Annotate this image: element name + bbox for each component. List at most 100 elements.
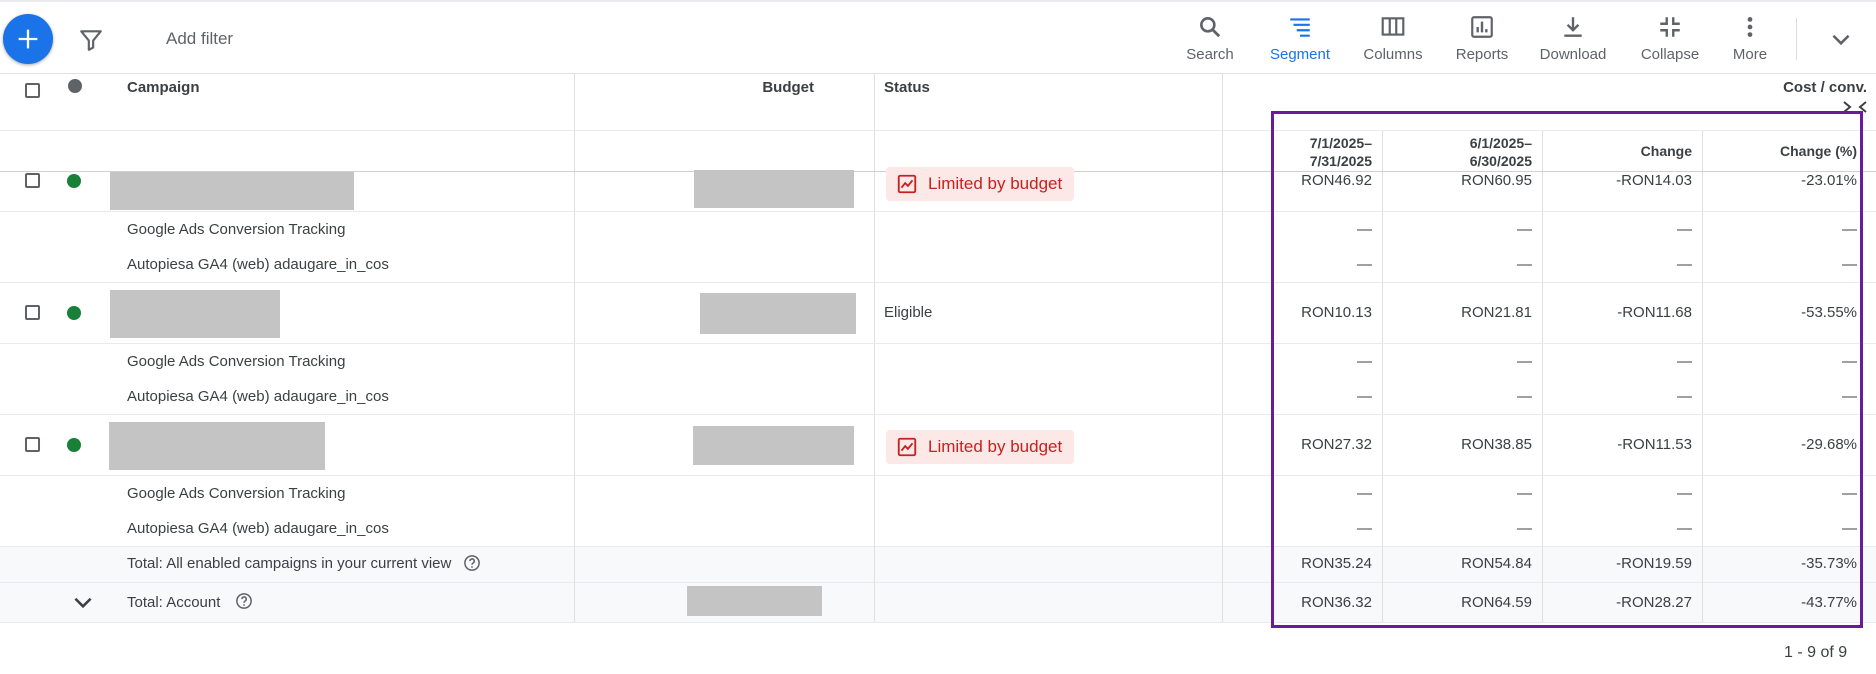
redacted-campaign-name[interactable] — [110, 172, 354, 210]
download-tool-label: Download — [1539, 46, 1607, 63]
row-divider — [0, 475, 1876, 476]
search-tool-button[interactable]: Search — [1170, 14, 1250, 63]
cost-per-conv-header[interactable]: Cost / conv. — [1700, 79, 1867, 96]
trend-chart-icon — [897, 437, 917, 457]
toolbar-divider — [1796, 18, 1797, 60]
total-account-label: Total: Account — [127, 594, 221, 611]
column-collapse-icon[interactable] — [1842, 100, 1868, 114]
reports-tool-button[interactable]: Reports — [1442, 14, 1522, 63]
status-label: Eligible — [884, 304, 933, 321]
conversion-action-label: Autopiesa GA4 (web) adaugare_in_cos — [127, 388, 389, 405]
period2-value: RON60.95 — [1461, 172, 1532, 189]
empty-value: — — [1677, 256, 1692, 273]
empty-value: — — [1842, 388, 1857, 405]
metric-column-divider — [1222, 74, 1223, 622]
toolbar: Add filter Search Segment Columns Report… — [0, 0, 1876, 74]
change-pct-column-divider — [1702, 546, 1703, 622]
conversion-action-label: Google Ads Conversion Tracking — [127, 485, 346, 502]
status-header[interactable]: Status — [884, 79, 930, 96]
period2-value: RON21.81 — [1461, 304, 1532, 321]
enabled-status-dot[interactable] — [67, 438, 81, 452]
conversion-action-label: Google Ads Conversion Tracking — [127, 221, 346, 238]
status-label: Limited by budget — [928, 437, 1063, 456]
row-divider — [0, 622, 1876, 623]
campaign-row-checkbox[interactable] — [25, 173, 40, 188]
row-divider — [0, 282, 1876, 283]
empty-value: — — [1517, 485, 1532, 502]
more-vert-icon — [1747, 17, 1753, 37]
create-button[interactable] — [3, 14, 53, 64]
empty-value: — — [1357, 485, 1372, 502]
segment-icon — [1290, 18, 1310, 37]
budget-column-divider — [574, 74, 575, 622]
metric-column-divider — [1222, 546, 1223, 622]
columns-icon — [1381, 17, 1405, 36]
segment-tool-button[interactable]: Segment — [1260, 14, 1340, 63]
columns-tool-label: Columns — [1363, 46, 1423, 63]
change-value: -RON19.59 — [1616, 555, 1692, 572]
help-icon[interactable] — [463, 554, 481, 572]
change-value: -RON28.27 — [1616, 594, 1692, 611]
empty-value: — — [1842, 256, 1857, 273]
select-all-checkbox[interactable] — [25, 83, 40, 98]
status-column-dot — [68, 79, 82, 93]
search-tool-label: Search — [1186, 46, 1234, 63]
change-pct-value: -35.73% — [1801, 555, 1857, 572]
empty-value: — — [1517, 388, 1532, 405]
expand-chevron-icon[interactable] — [70, 589, 96, 615]
redacted-campaign-name[interactable] — [110, 290, 280, 338]
download-icon — [1564, 17, 1582, 37]
collapse-tool-button[interactable]: Collapse — [1630, 14, 1710, 63]
empty-value: — — [1517, 520, 1532, 537]
change-value: -RON11.68 — [1617, 304, 1692, 321]
period2-value: RON54.84 — [1461, 555, 1532, 572]
reports-icon — [1471, 16, 1493, 38]
limited-by-budget-badge[interactable]: Limited by budget — [886, 167, 1075, 201]
period2-subheader[interactable]: 6/1/2025– 6/30/2025 — [1422, 134, 1532, 170]
period2-value: RON64.59 — [1461, 594, 1532, 611]
campaign-row-checkbox[interactable] — [25, 305, 40, 320]
more-tool-button[interactable]: More — [1710, 14, 1790, 63]
row-divider — [0, 414, 1876, 415]
change-value: -RON11.53 — [1617, 436, 1692, 453]
status-label: Limited by budget — [928, 174, 1063, 193]
period1-value: RON27.32 — [1301, 436, 1372, 453]
period1-value: RON10.13 — [1301, 304, 1372, 321]
change-pct-subheader[interactable]: Change (%) — [1712, 142, 1857, 160]
budget-header[interactable]: Budget — [700, 79, 814, 96]
campaign-row-checkbox[interactable] — [25, 437, 40, 452]
status-column-divider — [874, 74, 875, 622]
limited-by-budget-badge[interactable]: Limited by budget — [886, 430, 1075, 464]
empty-value: — — [1517, 353, 1532, 370]
chevron-down-icon[interactable] — [1828, 26, 1854, 52]
period1-value: RON46.92 — [1301, 172, 1372, 189]
pagination-label: 1 - 9 of 9 — [1784, 644, 1848, 661]
change-pct-value: -23.01% — [1801, 172, 1857, 189]
columns-tool-button[interactable]: Columns — [1353, 14, 1433, 63]
add-filter-input[interactable]: Add filter — [166, 29, 233, 49]
header-divider — [0, 130, 1876, 131]
empty-value: — — [1677, 520, 1692, 537]
change-subheader[interactable]: Change — [1562, 142, 1692, 160]
empty-value: — — [1357, 353, 1372, 370]
empty-value: — — [1842, 485, 1857, 502]
campaign-header[interactable]: Campaign — [127, 79, 200, 96]
download-tool-button[interactable]: Download — [1533, 14, 1613, 63]
period2-column-divider — [1382, 546, 1383, 622]
trend-chart-icon — [897, 174, 917, 194]
enabled-status-dot[interactable] — [67, 306, 81, 320]
total-view-label: Total: All enabled campaigns in your cur… — [127, 555, 452, 572]
row-divider — [0, 546, 1876, 547]
empty-value: — — [1357, 388, 1372, 405]
row-divider — [0, 343, 1876, 344]
period2-value: RON38.85 — [1461, 436, 1532, 453]
period1-subheader[interactable]: 7/1/2025– 7/31/2025 — [1262, 134, 1372, 170]
redacted-campaign-name[interactable] — [109, 422, 325, 470]
help-icon[interactable] — [235, 592, 253, 610]
enabled-status-dot[interactable] — [67, 174, 81, 188]
empty-value: — — [1842, 353, 1857, 370]
empty-value: — — [1357, 221, 1372, 238]
filter-icon[interactable] — [78, 27, 104, 53]
empty-value: — — [1517, 256, 1532, 273]
empty-value: — — [1357, 256, 1372, 273]
